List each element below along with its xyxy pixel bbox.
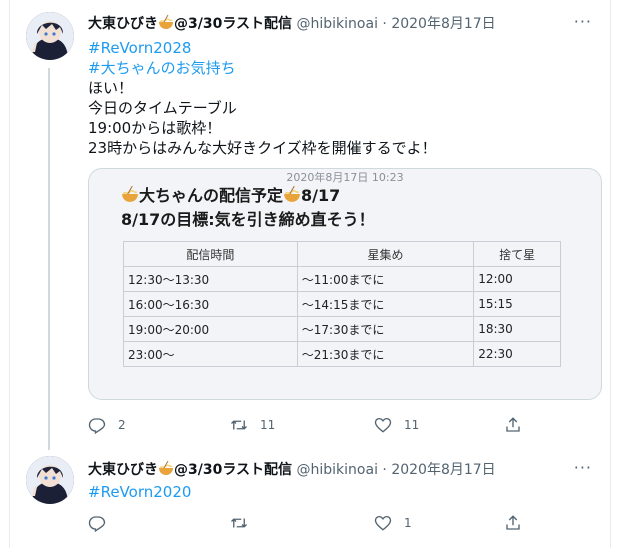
table-row: 23:00〜 〜21:30までに 22:30	[123, 341, 561, 367]
table-row: 16:00〜16:30 〜14:15までに 15:15	[123, 291, 561, 317]
column-header: 星集め	[296, 241, 475, 267]
tweet-text-line: 19:00からは歌枠！	[88, 119, 222, 137]
tweet-text-line: 今日のタイムテーブル	[88, 99, 237, 117]
table-cell: 18:30	[473, 316, 561, 342]
tweet-1[interactable]: 大東ひびき @3/30ラスト配信 @hibikinoai · 2020年8月17日…	[10, 0, 610, 450]
reply-icon	[88, 418, 106, 434]
table-cell: 22:30	[473, 341, 561, 367]
more-icon[interactable]: ···	[574, 12, 592, 31]
table-cell: 16:00〜16:30	[123, 291, 298, 317]
timeline: 大東ひびき @3/30ラスト配信 @hibikinoai · 2020年8月17日…	[9, 0, 611, 548]
thread-line	[48, 68, 50, 450]
noodle-emoji-icon	[159, 14, 173, 29]
share-icon	[506, 417, 520, 432]
timestamp[interactable]: 2020年8月17日	[391, 462, 495, 478]
display-name[interactable]: 大東ひびき @3/30ラスト配信	[88, 14, 292, 32]
like-button[interactable]: 11	[374, 416, 419, 434]
reply-button[interactable]: 2	[88, 416, 126, 434]
noodle-emoji-icon	[284, 185, 300, 202]
table-cell: 19:00〜20:00	[123, 316, 298, 342]
schedule-title: 大ちゃんの配信予定 8/17	[121, 185, 340, 207]
table-cell: 〜17:30までに	[296, 316, 475, 342]
separator: ·	[382, 462, 387, 478]
tweet-header: 大東ひびき @3/30ラスト配信 @hibikinoai · 2020年8月17日	[88, 459, 496, 479]
display-name[interactable]: 大東ひびき @3/30ラスト配信	[88, 460, 292, 478]
noodle-emoji-icon	[159, 460, 173, 475]
table-row: 19:00〜20:00 〜17:30までに 18:30	[123, 316, 561, 342]
hashtag-link[interactable]: #大ちゃんのお気持ち	[88, 58, 236, 78]
retweet-count: 11	[260, 418, 276, 432]
retweet-button[interactable]	[230, 514, 260, 532]
table-cell: 〜21:30までに	[296, 341, 475, 367]
like-count: 1	[404, 516, 412, 530]
more-icon[interactable]: ···	[574, 458, 592, 477]
tweet-header: 大東ひびき @3/30ラスト配信 @hibikinoai · 2020年8月17日	[88, 13, 496, 33]
retweet-icon	[231, 420, 247, 430]
retweet-button[interactable]: 11	[230, 416, 275, 434]
column-header: 配信時間	[123, 241, 298, 267]
table-cell: 12:30〜13:30	[123, 266, 298, 292]
image-timestamp: 2020年8月17日 10:23	[286, 171, 404, 184]
column-header: 捨て星	[473, 241, 561, 267]
table-cell: 〜14:15までに	[296, 291, 475, 317]
handle[interactable]: @hibikinoai	[297, 462, 378, 478]
table-cell: 15:15	[473, 291, 561, 317]
tweet-text-line: ほい！	[88, 79, 134, 97]
table-row: 12:30〜13:30 〜11:00までに 12:00	[123, 266, 561, 292]
avatar[interactable]	[26, 12, 74, 60]
separator: ·	[382, 16, 387, 32]
reply-icon	[88, 516, 106, 532]
handle[interactable]: @hibikinoai	[297, 16, 378, 32]
like-icon	[374, 417, 392, 433]
hashtag-link[interactable]: #ReVorn2020	[88, 482, 191, 502]
schedule-goal: 8/17の目標:気を引き締め直そう！	[121, 210, 375, 229]
reply-count: 2	[118, 418, 126, 432]
tweet-text-line: 23時からはみんな大好きクイズ枠を開催するでよ！	[88, 139, 437, 157]
schedule-table: 配信時間 星集め 捨て星 12:30〜13:30 〜11:00までに 12:00…	[123, 241, 561, 367]
tweet-2[interactable]: 大東ひびき @3/30ラスト配信 @hibikinoai · 2020年8月17日…	[10, 450, 610, 548]
avatar[interactable]	[26, 456, 74, 504]
like-button[interactable]: 1	[374, 514, 412, 532]
reply-button[interactable]	[88, 514, 118, 532]
attached-image[interactable]: 2020年8月17日 10:23 大ちゃんの配信予定 8/17 8/17の目標:気…	[88, 168, 602, 400]
table-cell: 12:00	[473, 266, 561, 292]
timestamp[interactable]: 2020年8月17日	[391, 16, 495, 32]
table-cell: 23:00〜	[123, 341, 298, 367]
noodle-emoji-icon	[122, 185, 138, 202]
share-button[interactable]	[504, 416, 522, 434]
retweet-icon	[231, 518, 247, 528]
tweet-actions: 2 11 11	[88, 416, 588, 436]
like-icon	[374, 515, 392, 531]
share-button[interactable]	[504, 514, 522, 532]
like-count: 11	[404, 418, 420, 432]
table-cell: 〜11:00までに	[296, 266, 475, 292]
tweet-actions: 1	[88, 514, 588, 534]
table-header-row: 配信時間 星集め 捨て星	[123, 241, 561, 267]
share-icon	[506, 515, 520, 530]
hashtag-link[interactable]: #ReVorn2028	[88, 38, 191, 58]
